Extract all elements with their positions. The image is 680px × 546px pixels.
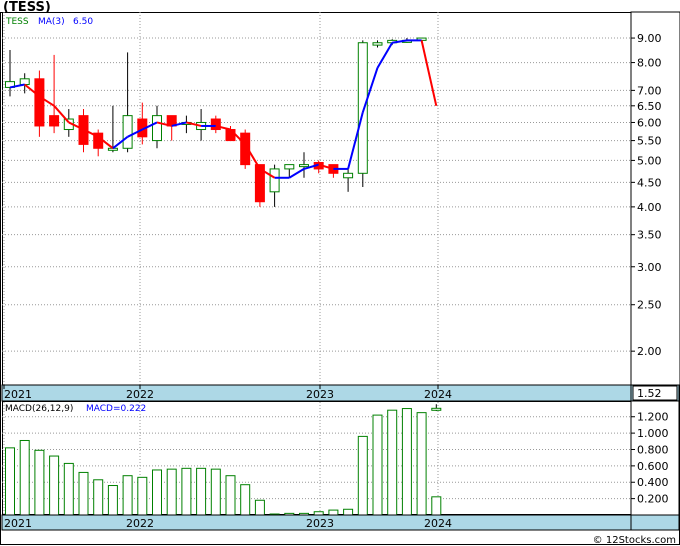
macd-xtick-label: 2022 bbox=[126, 517, 154, 530]
macd-bar bbox=[49, 455, 60, 516]
candle-body bbox=[357, 42, 368, 174]
macd-ytick-label: 1.000 bbox=[637, 427, 669, 440]
price-xtick-label: 2021 bbox=[4, 388, 32, 401]
macd-bar bbox=[328, 509, 339, 516]
price-ytick-label: 2.00 bbox=[637, 345, 662, 358]
macd-legend-value: MACD=0.222 bbox=[86, 404, 146, 414]
price-ytick-label: 3.50 bbox=[637, 229, 662, 242]
candle-body bbox=[107, 147, 118, 151]
price-ytick-label: 2.50 bbox=[637, 299, 662, 312]
price-ytick-label: 6.00 bbox=[637, 116, 662, 129]
macd-xtick-label: 2023 bbox=[306, 517, 334, 530]
footer-credit: © 12Stocks.com bbox=[593, 535, 676, 546]
macd-bar bbox=[372, 414, 383, 516]
macd-right-band bbox=[630, 514, 680, 531]
ma-segment bbox=[376, 42, 394, 69]
price-ytick-label: 5.50 bbox=[637, 135, 662, 148]
candle-body bbox=[210, 118, 221, 131]
legend-ma-label: MA(3) bbox=[38, 17, 65, 27]
macd-bar bbox=[107, 485, 118, 516]
macd-bar bbox=[210, 468, 221, 516]
price-xtick-label: 2023 bbox=[306, 388, 334, 401]
macd-bar bbox=[343, 508, 354, 516]
price-ytick-label: 5.00 bbox=[637, 154, 662, 167]
macd-ytick-label: 0.800 bbox=[637, 443, 669, 456]
candle-body bbox=[299, 164, 309, 168]
macd-bar bbox=[152, 469, 162, 516]
last-price-label: 1.52 bbox=[637, 387, 662, 400]
price-ytick-label: 4.50 bbox=[637, 176, 662, 189]
legend-symbol: TESS bbox=[5, 17, 29, 27]
macd-bar bbox=[63, 462, 74, 516]
macd-ytick-label: 0.600 bbox=[637, 460, 669, 473]
price-xtick-label: 2022 bbox=[126, 388, 154, 401]
candle-body bbox=[284, 164, 295, 170]
candle-body bbox=[34, 78, 45, 127]
stock-chart: (TESS)TESS MA(3) 6.509.008.007.006.506.005… bbox=[0, 0, 680, 546]
macd-bar bbox=[93, 479, 104, 516]
candle-body bbox=[431, 407, 442, 411]
macd-bar bbox=[254, 499, 265, 516]
price-ytick-label: 8.00 bbox=[637, 57, 662, 70]
macd-bar bbox=[431, 496, 442, 516]
macd-bar bbox=[401, 408, 412, 516]
price-ytick-label: 4.00 bbox=[637, 201, 662, 214]
price-ytick-label: 7.00 bbox=[637, 84, 662, 97]
macd-bar bbox=[357, 435, 368, 516]
macd-bar bbox=[196, 467, 207, 516]
candle-body bbox=[269, 168, 280, 193]
price-xtick-label: 2024 bbox=[424, 388, 452, 401]
macd-xtick-label: 2021 bbox=[4, 517, 32, 530]
macd-bar bbox=[225, 475, 236, 516]
macd-bar bbox=[19, 439, 30, 516]
candle-body bbox=[152, 115, 162, 142]
legend-ma-value: 6.50 bbox=[73, 17, 93, 27]
candle-body bbox=[343, 172, 354, 179]
macd-legend-label: MACD(26,12,9) bbox=[5, 404, 73, 414]
macd-bar bbox=[5, 447, 15, 516]
macd-bar bbox=[122, 475, 133, 516]
candle-body bbox=[372, 42, 383, 46]
price-ytick-label: 6.50 bbox=[637, 100, 662, 113]
price-ytick-label: 3.00 bbox=[637, 261, 662, 274]
candle-body bbox=[122, 115, 133, 149]
macd-xtick-label: 2024 bbox=[424, 517, 452, 530]
candle-body bbox=[225, 129, 236, 142]
macd-bar bbox=[78, 471, 89, 516]
macd-bar bbox=[181, 467, 192, 516]
ma-segment bbox=[288, 168, 305, 179]
macd-bar bbox=[240, 484, 251, 516]
price-ytick-label: 9.00 bbox=[637, 32, 662, 45]
macd-bar bbox=[137, 476, 148, 516]
macd-bar bbox=[416, 412, 427, 516]
candle-body bbox=[49, 115, 60, 127]
macd-ytick-label: 0.400 bbox=[637, 476, 669, 489]
chart-border bbox=[0, 12, 680, 545]
macd-bar bbox=[387, 409, 398, 516]
price-panel-frame bbox=[2, 12, 632, 386]
macd-bar bbox=[166, 468, 177, 516]
macd-ytick-label: 0.200 bbox=[637, 493, 669, 506]
ma-segment bbox=[420, 40, 438, 107]
macd-bar bbox=[34, 449, 45, 516]
candle-body bbox=[19, 78, 30, 86]
macd-ytick-label: 1.200 bbox=[637, 411, 669, 424]
